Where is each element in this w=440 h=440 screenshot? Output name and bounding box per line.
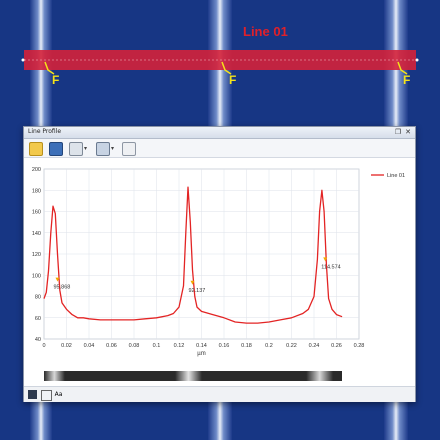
x-tick-label: 0.08 — [129, 343, 140, 349]
focus-marker-3: F — [403, 73, 411, 87]
y-tick-label: 180 — [32, 188, 41, 194]
x-tick-label: 0.16 — [219, 343, 230, 349]
line-profile-window: Line Profile ❐ ✕ ▾ ▾ 40 60 80 100 120 140 160 1… — [23, 126, 416, 402]
line-label: Line 01 — [243, 24, 288, 39]
y-tick-label: 100 — [32, 273, 41, 279]
intensity-strip — [44, 371, 342, 381]
window-titlebar[interactable]: Line Profile ❐ ✕ — [24, 127, 415, 139]
x-tick-label: 0.12 — [174, 343, 185, 349]
line-profile-chart: 40 60 80 100 120 140 160 180 200 0 0.02 0.04 0.06 0.0… — [32, 167, 405, 357]
export-icon[interactable] — [96, 142, 110, 156]
focus-marker-2: F — [229, 73, 237, 87]
x-tick-label: 0.22 — [286, 343, 297, 349]
folder-icon[interactable] — [29, 142, 43, 156]
close-icon[interactable]: ✕ — [404, 128, 412, 136]
x-tick-label: 0.26 — [331, 343, 342, 349]
annotation-label: 114.574 — [321, 264, 340, 270]
y-tick-label: 160 — [32, 210, 41, 216]
focus-marker-1: F — [52, 73, 60, 87]
y-tick-label: 80 — [35, 295, 41, 301]
x-tick-label: 0 — [42, 343, 45, 349]
x-tick-label: 0.1 — [153, 343, 161, 349]
window-title: Line Profile — [28, 128, 62, 135]
x-axis-label: µm — [197, 351, 205, 357]
table-icon[interactable] — [41, 390, 52, 401]
window-statusbar: Aa — [24, 386, 415, 402]
x-tick-label: 0.06 — [106, 343, 117, 349]
x-tick-label: 0.14 — [196, 343, 207, 349]
chevron-down-icon[interactable]: ▾ — [111, 145, 114, 152]
x-tick-label: 0.2 — [265, 343, 273, 349]
x-tick-label: 0.18 — [241, 343, 252, 349]
aa-icon[interactable]: Aa — [54, 390, 63, 399]
chevron-down-icon[interactable]: ▾ — [84, 145, 87, 152]
y-tick-label: 120 — [32, 252, 41, 258]
annotation-label: 95.868 — [54, 285, 71, 291]
y-tick-label: 40 — [35, 337, 41, 343]
annotation-label: 92.137 — [189, 288, 206, 294]
edit-icon[interactable] — [122, 142, 136, 156]
x-tick-label: 0.28 — [354, 343, 365, 349]
x-tick-label: 0.02 — [61, 343, 72, 349]
x-tick-label: 0.24 — [309, 343, 320, 349]
window-toolbar: ▾ ▾ — [24, 139, 415, 158]
restore-icon[interactable]: ❐ — [394, 128, 402, 136]
y-tick-label: 200 — [32, 167, 41, 173]
y-tick-label: 60 — [35, 316, 41, 322]
view-icon[interactable] — [28, 390, 37, 399]
y-tick-label: 140 — [32, 231, 41, 237]
legend-label: Line 01 — [387, 173, 405, 179]
save-icon[interactable] — [49, 142, 63, 156]
image-icon[interactable] — [69, 142, 83, 156]
x-tick-label: 0.04 — [84, 343, 95, 349]
